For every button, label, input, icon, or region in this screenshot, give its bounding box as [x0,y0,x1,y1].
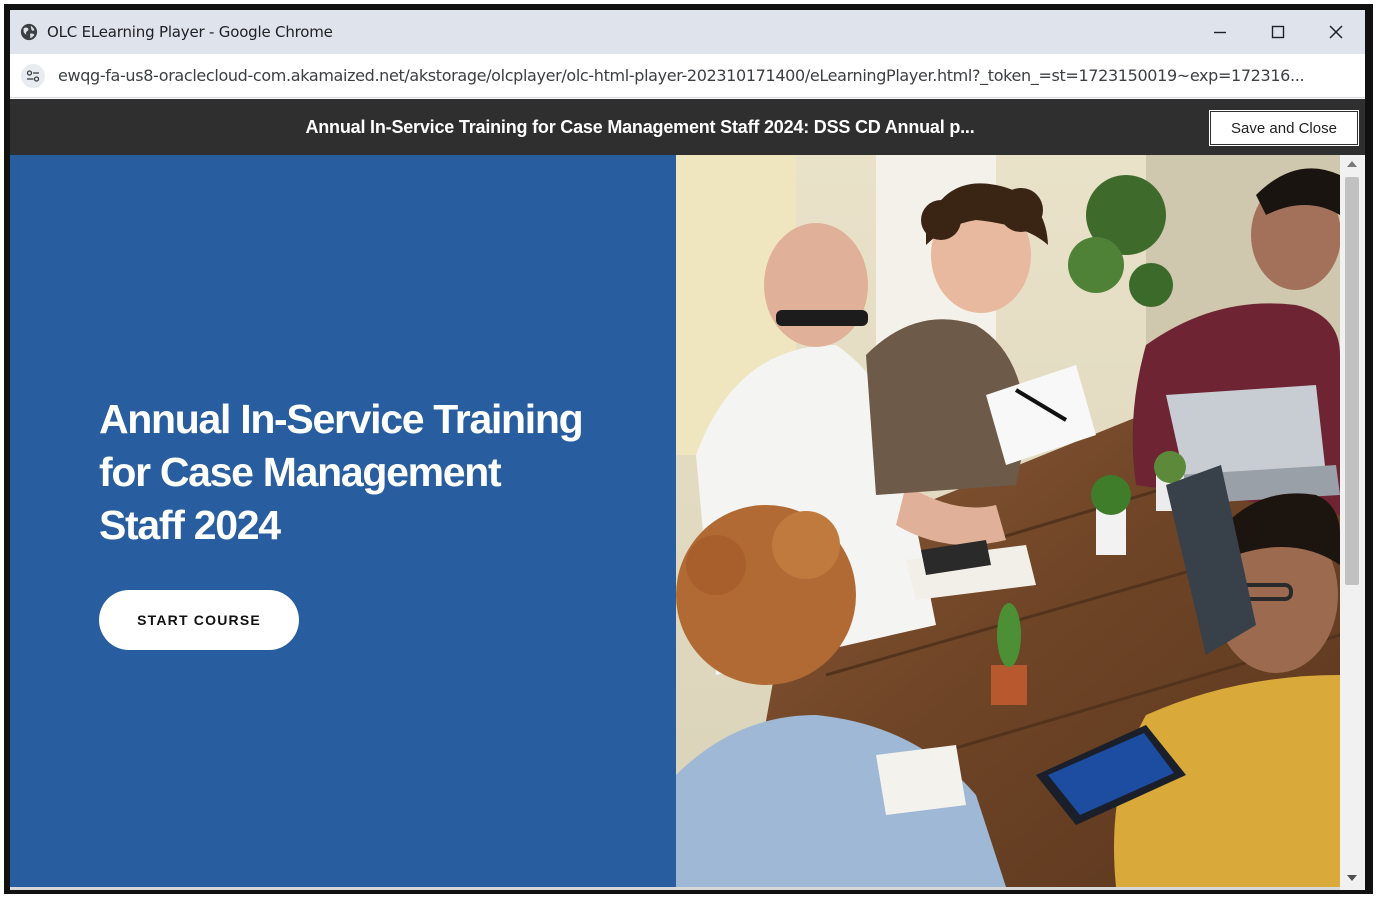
course-title: Annual In-Service Training for Case Mana… [305,117,975,137]
content-divider [10,887,1340,890]
hero-title-line: Staff 2024 [99,502,281,548]
window-title: OLC ELearning Player - Google Chrome [47,23,333,41]
hero-panel: Annual In-Service Training for Case Mana… [10,155,676,887]
team-meeting-photo [676,155,1340,887]
hero-title-line: Annual In-Service Training [99,396,584,442]
hero-title-line: for Case Management [99,449,502,495]
site-settings-button[interactable] [21,63,45,88]
close-icon [1329,25,1343,39]
course-content: Annual In-Service Training for Case Mana… [10,155,1365,890]
scroll-up-icon[interactable] [1347,161,1357,167]
close-button[interactable] [1307,10,1365,54]
scroll-down-icon[interactable] [1347,875,1357,881]
title-bar: OLC ELearning Player - Google Chrome [10,10,1365,54]
url-text[interactable]: ewqg-fa-us8-oraclecloud-com.akamaized.ne… [58,66,1348,85]
hero-title: Annual In-Service Training for Case Mana… [99,393,639,552]
save-and-close-button[interactable]: Save and Close [1209,110,1359,146]
maximize-icon [1271,25,1285,39]
maximize-button[interactable] [1249,10,1307,54]
browser-window: OLC ELearning Player - Google Chrome ewq… [10,10,1365,890]
address-bar: ewqg-fa-us8-oraclecloud-com.akamaized.ne… [10,54,1365,98]
start-course-button[interactable]: START COURSE [99,590,299,650]
tune-icon [26,69,40,82]
player-header: Annual In-Service Training for Case Mana… [10,99,1365,155]
minimize-icon [1214,31,1226,34]
vertical-scrollbar[interactable] [1340,155,1365,890]
minimize-button[interactable] [1191,10,1249,54]
window-controls [1191,10,1365,54]
globe-icon [20,23,38,41]
scrollbar-thumb[interactable] [1345,177,1359,585]
